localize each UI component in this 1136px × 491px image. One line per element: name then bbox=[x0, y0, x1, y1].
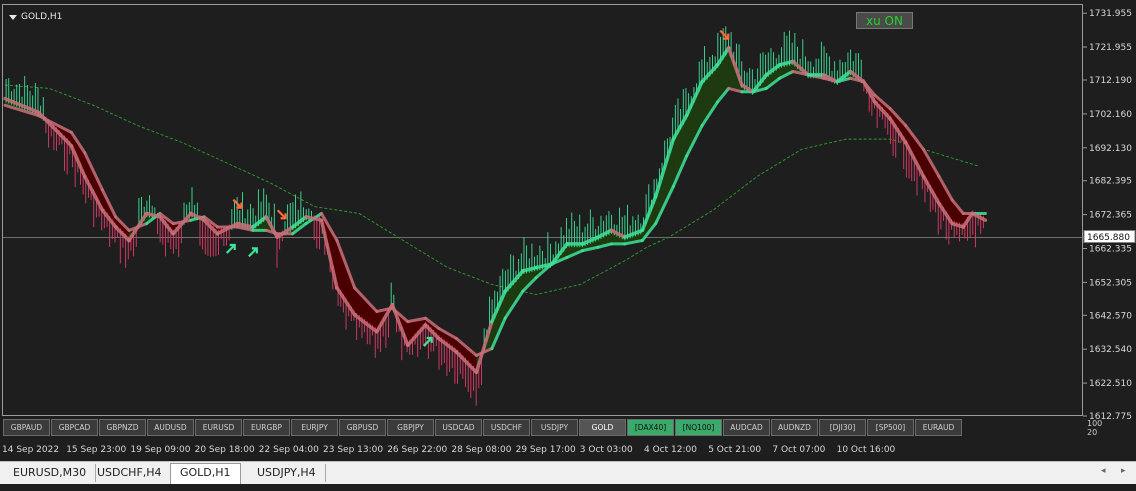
xu-toggle-button[interactable]: xu ON bbox=[856, 12, 913, 29]
tab-usdjpy-h4[interactable]: USDJPY,H4 bbox=[248, 464, 326, 482]
symbol-button[interactable]: GBPJPY bbox=[387, 419, 434, 436]
x-tick-label: 22 Sep 04:00 bbox=[258, 445, 319, 455]
y-tick-label: 1682.395 bbox=[1089, 177, 1132, 187]
x-tick-label: 28 Sep 08:00 bbox=[451, 445, 512, 455]
arrow-shaft bbox=[719, 29, 730, 40]
symbol-button[interactable]: USDJPY bbox=[531, 419, 578, 436]
arrow-shaft bbox=[276, 209, 287, 220]
x-tick-label: 7 Oct 07:00 bbox=[772, 445, 826, 455]
price-chart[interactable] bbox=[3, 5, 1084, 417]
y-tick-label: 1721.955 bbox=[1089, 43, 1132, 53]
symbol-button[interactable]: EURJPY bbox=[291, 419, 338, 436]
x-tick-label: 19 Sep 09:00 bbox=[130, 445, 191, 455]
symbol-button[interactable]: [SP500] bbox=[867, 419, 914, 436]
indicator-scale-bottom: 20 bbox=[1087, 428, 1098, 437]
y-tick-label: 1632.540 bbox=[1089, 345, 1132, 355]
tab-prev-icon[interactable]: ◂ bbox=[1101, 466, 1106, 476]
y-tick-label: 1662.335 bbox=[1089, 245, 1132, 255]
x-tick-label: 15 Sep 23:00 bbox=[66, 445, 127, 455]
x-tick-label: 3 Oct 03:00 bbox=[579, 445, 633, 455]
chart-tabs: ◂ ▸ EURUSD,M30 USDCHF,H4 GOLD,H1 USDJPY,H4 bbox=[0, 461, 1136, 484]
symbol-button[interactable]: USDCHF bbox=[483, 419, 530, 436]
symbol-button[interactable]: [NQ100] bbox=[675, 419, 722, 436]
x-tick-label: 10 Oct 16:00 bbox=[836, 445, 896, 455]
buy-arrow-icon bbox=[422, 336, 433, 347]
y-tick-label: 1731.955 bbox=[1089, 9, 1132, 19]
symbol-button[interactable]: GBPAUD bbox=[3, 419, 50, 436]
symbol-button-bar: GBPAUD GBPCAD GBPNZD AUDUSD EURUSD EURGBP EURJ… bbox=[3, 419, 963, 436]
tab-usdchf-h4[interactable]: USDCHF,H4 bbox=[88, 464, 172, 482]
symbol-button[interactable]: [DJI30] bbox=[819, 419, 866, 436]
arrow-shaft bbox=[422, 337, 433, 347]
symbol-button[interactable]: EURGBP bbox=[243, 419, 290, 436]
buy-arrow-icon bbox=[248, 247, 258, 258]
y-tick-label: 1702.160 bbox=[1089, 110, 1132, 120]
symbol-button[interactable]: AUDUSD bbox=[147, 419, 194, 436]
symbol-button[interactable]: AUDNZD bbox=[771, 419, 818, 436]
x-tick-label: 4 Oct 12:00 bbox=[644, 445, 697, 455]
chart-title[interactable]: GOLD,H1 bbox=[9, 12, 62, 22]
band-fill-segment bbox=[923, 149, 939, 204]
chart-title-label: GOLD,H1 bbox=[21, 12, 63, 22]
sell-arrow-icon bbox=[719, 29, 730, 40]
tab-next-icon[interactable]: ▸ bbox=[1121, 466, 1126, 476]
symbol-button[interactable]: GBPNZD bbox=[99, 419, 146, 436]
plot-area[interactable]: GOLD,H1 xu ON bbox=[2, 4, 1084, 417]
x-tick-label: 23 Sep 13:00 bbox=[323, 445, 384, 455]
arrow-shaft bbox=[248, 247, 258, 258]
sell-arrow-icon bbox=[276, 209, 287, 220]
symbol-button[interactable]: EURAUD bbox=[915, 419, 962, 436]
arrow-shaft bbox=[225, 244, 236, 254]
fast-band-line bbox=[127, 211, 149, 243]
symbol-button[interactable]: GBPCAD bbox=[51, 419, 98, 436]
symbol-button[interactable]: GOLD bbox=[579, 419, 626, 436]
y-tick-label: 1692.130 bbox=[1089, 144, 1132, 154]
y-tick-label: 1652.305 bbox=[1089, 278, 1132, 288]
x-tick-label: 20 Sep 18:00 bbox=[194, 445, 255, 455]
x-tick-label: 5 Oct 21:00 bbox=[708, 445, 762, 455]
symbol-button[interactable]: USDCAD bbox=[435, 419, 482, 436]
indicator-scale-top: 100 bbox=[1087, 419, 1103, 428]
y-axis: 1731.955 1721.955 1712.190 1702.160 1692.130… bbox=[1083, 9, 1136, 420]
chevron-down-icon[interactable] bbox=[9, 14, 17, 20]
symbol-button[interactable]: AUDCAD bbox=[723, 419, 770, 436]
y-tick-label: 1672.365 bbox=[1089, 211, 1132, 221]
current-price-label: 1665.880 bbox=[1087, 233, 1130, 243]
buy-arrow-icon bbox=[225, 243, 236, 254]
symbol-button[interactable]: EURUSD bbox=[195, 419, 242, 436]
y-tick-label: 1642.570 bbox=[1089, 311, 1132, 321]
long-moving-average bbox=[4, 84, 979, 296]
y-tick-label: 1712.190 bbox=[1089, 76, 1132, 86]
y-tick-label: 1622.510 bbox=[1089, 379, 1132, 389]
x-tick-label: 14 Sep 2022 bbox=[2, 445, 60, 455]
tab-eurusd-m30[interactable]: EURUSD,M30 bbox=[4, 464, 97, 482]
symbol-button[interactable]: [DAX40] bbox=[627, 419, 674, 436]
x-axis: 14 Sep 2022 15 Sep 23:00 19 Sep 09:00 20 Se… bbox=[0, 441, 1136, 459]
tab-gold-h1[interactable]: GOLD,H1 bbox=[170, 463, 241, 484]
symbol-button[interactable]: GBPUSD bbox=[339, 419, 386, 436]
chart-window: GOLD,H1 xu ON 1731.955 1721.955 1712.190 17… bbox=[0, 0, 1136, 491]
x-tick-label: 26 Sep 22:00 bbox=[387, 445, 448, 455]
x-tick-label: 29 Sep 17:00 bbox=[515, 445, 576, 455]
